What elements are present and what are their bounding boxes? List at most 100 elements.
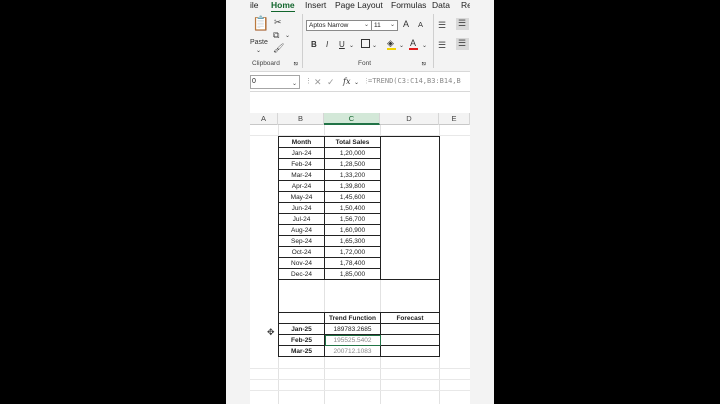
sales-cell[interactable]: 1,33,200 [324, 169, 381, 181]
forecast-month-cell[interactable]: Jan-25 [278, 323, 325, 335]
table-cell[interactable] [325, 280, 381, 313]
tab-data[interactable]: Data [432, 0, 450, 12]
month-cell[interactable]: Jul-24 [278, 213, 325, 225]
month-cell[interactable]: Nov-24 [278, 257, 325, 269]
tab-file[interactable]: ile [250, 0, 259, 12]
column-header-d[interactable]: D [380, 113, 439, 125]
font-color-button[interactable]: A [410, 38, 416, 48]
font-color-chevron-icon[interactable]: ⌄ [422, 41, 427, 51]
sales-cell[interactable]: 1,39,800 [324, 180, 381, 192]
month-cell[interactable]: Mar-24 [278, 169, 325, 181]
border-icon[interactable] [361, 39, 370, 48]
paste-chevron-icon[interactable]: ⌄ [256, 46, 261, 56]
fx-chevron-icon[interactable]: ⌄ [354, 78, 359, 88]
forecast-cell[interactable] [380, 345, 440, 357]
enter-icon[interactable]: ✓ [327, 77, 335, 87]
sales-cell[interactable]: 1,45,600 [324, 191, 381, 203]
header-trend-function[interactable]: Trend Function [324, 312, 381, 324]
gridline [250, 368, 470, 369]
forecast-month-cell[interactable]: Mar-25 [278, 345, 325, 357]
cursor-icon: ✥ [267, 327, 275, 337]
table-cell[interactable] [278, 279, 325, 313]
align-middle-icon[interactable]: ☰ [456, 18, 469, 30]
header-month[interactable]: Month [278, 136, 325, 148]
name-box[interactable]: 0 ⌄ [250, 75, 300, 89]
formula-bar: 0 ⌄ ⋮ ✕ ✓ fx ⌄ ⋮ =TREND(C3:C14,B3:B14,B [250, 72, 470, 92]
underline-button[interactable]: U [339, 40, 345, 50]
italic-button[interactable]: I [326, 40, 328, 50]
month-cell[interactable]: May-24 [278, 191, 325, 203]
table-cell[interactable] [380, 279, 440, 313]
clipboard-group-label: Clipboard [252, 60, 280, 67]
forecast-cell[interactable] [380, 334, 440, 346]
table-row: Jan-25 189783.2685 [278, 323, 440, 335]
align-center-icon[interactable]: ☰ [456, 38, 469, 50]
cancel-icon[interactable]: ✕ [314, 77, 322, 87]
tab-review[interactable]: Re [461, 0, 470, 12]
month-cell[interactable]: Feb-24 [278, 158, 325, 170]
table-cell[interactable] [380, 136, 440, 280]
column-header-b[interactable]: B [278, 113, 324, 125]
tab-page-layout[interactable]: Page Layout [335, 0, 383, 12]
trend-cell[interactable]: 195525.5402 [324, 334, 381, 346]
copy-chevron-icon[interactable]: ⌄ [285, 31, 290, 41]
font-size-select[interactable]: 11 ⌄ [371, 20, 398, 31]
column-header-c[interactable]: C [324, 113, 380, 125]
tab-insert[interactable]: Insert [305, 0, 326, 12]
month-cell[interactable]: Oct-24 [278, 246, 325, 258]
table-cell[interactable] [278, 312, 325, 324]
paste-icon[interactable]: 📋 [252, 16, 269, 30]
fill-color-icon[interactable]: ◈ [387, 38, 394, 48]
month-cell[interactable]: Dec-24 [278, 268, 325, 280]
grow-font-button[interactable]: A [403, 19, 409, 29]
cut-icon[interactable]: ✂ [274, 17, 282, 27]
month-cell[interactable]: Sep-24 [278, 235, 325, 247]
copy-icon[interactable]: ⧉ [273, 30, 279, 40]
header-total-sales[interactable]: Total Sales [324, 136, 381, 148]
header-forecast[interactable]: Forecast [380, 312, 440, 324]
sales-cell[interactable]: 1,20,000 [324, 147, 381, 159]
trend-cell[interactable]: 200712.1083 [324, 345, 381, 357]
sales-cell[interactable]: 1,65,300 [324, 235, 381, 247]
fill-chevron-icon[interactable]: ⌄ [399, 41, 404, 51]
month-cell[interactable]: Aug-24 [278, 224, 325, 236]
month-cell[interactable]: Jan-24 [278, 147, 325, 159]
sales-cell[interactable]: 1,85,000 [324, 268, 381, 280]
format-painter-icon[interactable]: 🖌 [273, 43, 284, 53]
trend-cell[interactable]: 189783.2685 [324, 323, 381, 335]
column-header-a[interactable]: A [250, 113, 278, 125]
sales-cell[interactable]: 1,60,900 [324, 224, 381, 236]
sales-cell[interactable]: 1,50,400 [324, 202, 381, 214]
sales-table: Month Total Sales Jan-24 1,20,000 Feb-24 1… [278, 136, 440, 357]
shrink-font-button[interactable]: A [418, 20, 423, 30]
font-group-label: Font [358, 60, 372, 67]
table-row: Mar-25 200712.1083 [278, 345, 440, 357]
forecast-cell[interactable] [380, 323, 440, 335]
column-header-e[interactable]: E [439, 113, 470, 125]
formula-input[interactable]: =TREND(C3:C14,B3:B14,B [368, 75, 461, 89]
underline-chevron-icon[interactable]: ⌄ [349, 41, 354, 51]
worksheet-grid[interactable]: Month Total Sales Jan-24 1,20,000 Feb-24 1… [250, 125, 470, 404]
clipboard-launcher-icon[interactable]: ⧅ [294, 59, 298, 69]
month-cell[interactable]: Jun-24 [278, 202, 325, 214]
tab-formulas[interactable]: Formulas [391, 0, 426, 12]
sales-cell[interactable]: 1,56,700 [324, 213, 381, 225]
gridline [250, 379, 470, 380]
month-cell[interactable]: Apr-24 [278, 180, 325, 192]
font-name-select[interactable]: Aptos Narrow ⌄ [306, 20, 372, 31]
fx-icon[interactable]: fx [343, 77, 350, 87]
left-letterbox [0, 0, 226, 404]
fill-color-swatch [387, 48, 396, 50]
border-chevron-icon[interactable]: ⌄ [372, 41, 377, 51]
forecast-month-cell[interactable]: Feb-25 [278, 334, 325, 346]
sales-cell[interactable]: 1,28,500 [324, 158, 381, 170]
sales-cell[interactable]: 1,72,000 [324, 246, 381, 258]
align-top-icon[interactable]: ☰ [438, 20, 446, 30]
sales-cell[interactable]: 1,78,400 [324, 257, 381, 269]
align-left-icon[interactable]: ☰ [438, 40, 446, 50]
column-headers: A B C D E [250, 113, 470, 125]
font-launcher-icon[interactable]: ⧅ [422, 59, 426, 69]
bold-button[interactable]: B [311, 40, 317, 50]
table-spacer-row [278, 279, 440, 313]
group-separator [302, 14, 303, 68]
